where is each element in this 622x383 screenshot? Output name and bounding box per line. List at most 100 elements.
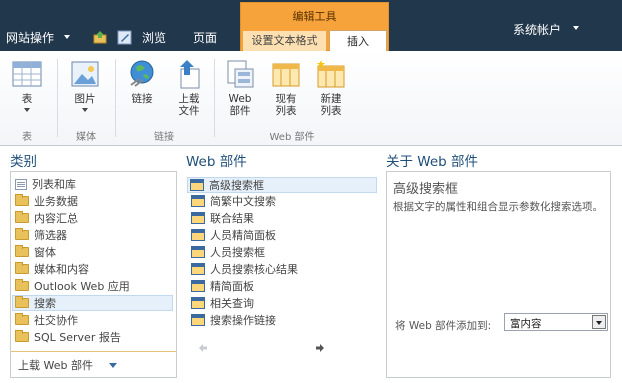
category-item-selected[interactable]: 搜索 [12, 295, 173, 311]
chevron-down-icon [596, 321, 602, 325]
web-parts-title: Web 部件 [186, 154, 247, 170]
web-part-icon [191, 263, 205, 275]
category-item[interactable]: 窗体 [13, 245, 56, 261]
upload-file-icon [174, 59, 204, 89]
existing-list-label-line2: 列表 [275, 105, 297, 117]
user-account-menu[interactable]: 系统帐户 [513, 21, 561, 38]
category-item[interactable]: Outlook Web 应用 [13, 279, 130, 295]
tab-format-text[interactable]: 设置文本格式 [243, 31, 326, 51]
group-label-links: 链接 [154, 132, 174, 143]
picture-icon [70, 59, 100, 89]
folder-icon [15, 245, 29, 257]
new-list-label-line2: 列表 [320, 105, 342, 117]
existing-list-button[interactable]: 现有 列表 [268, 59, 304, 117]
web-part-icon [191, 297, 205, 309]
web-part-icon [191, 195, 205, 207]
group-label-media: 媒体 [76, 132, 96, 143]
web-part-icon [191, 280, 205, 292]
table-dropdown-icon[interactable] [24, 108, 30, 112]
web-part-item[interactable]: 简繁中文搜索 [189, 194, 276, 210]
upload-dropdown-icon[interactable] [109, 363, 117, 368]
web-part-icon [191, 246, 205, 258]
category-item[interactable]: 社交协作 [13, 313, 78, 329]
group-label-tables: 表 [22, 132, 32, 143]
navigate-up-icon[interactable] [93, 31, 108, 44]
folder-icon [15, 228, 29, 240]
web-part-icon [191, 212, 205, 224]
edit-page-icon[interactable] [117, 30, 132, 45]
webpart-label-line1: Web [228, 93, 252, 105]
table-icon [12, 59, 42, 89]
folder-icon [15, 296, 29, 308]
upload-file-button[interactable]: 上载 文件 [171, 59, 207, 117]
new-list-icon [316, 59, 346, 89]
account-dropdown-icon[interactable] [573, 26, 579, 30]
site-actions-dropdown-icon[interactable] [64, 35, 70, 39]
table-label: 表 [21, 93, 33, 105]
previous-page-icon[interactable] [198, 343, 208, 353]
folder-icon [15, 194, 29, 206]
insert-link-button[interactable]: 链接 [124, 59, 160, 105]
category-item[interactable]: 业务数据 [13, 194, 78, 210]
insert-picture-button[interactable]: 图片 [67, 59, 103, 112]
add-to-zone-label: 将 Web 部件添加到: [395, 320, 492, 332]
browse-tab[interactable]: 浏览 [142, 29, 166, 46]
about-web-part-panel: 高级搜索框 根据文字的属性和组合显示参数化搜索选项。 将 Web 部件添加到: … [386, 171, 611, 378]
about-web-part-title: 关于 Web 部件 [386, 154, 479, 170]
page-tab[interactable]: 页面 [193, 29, 217, 46]
ribbon-separator [214, 59, 215, 137]
web-parts-panel: 高级搜索框 简繁中文搜索 联合结果 人员精简面板 人员搜索框 人员搜索核心结果 … [186, 171, 378, 378]
categories-title: 类别 [10, 154, 37, 170]
link-label: 链接 [131, 93, 153, 105]
web-part-icon [191, 229, 205, 241]
new-list-label-line1: 新建 [320, 93, 342, 105]
ribbon-separator [115, 59, 116, 137]
picture-dropdown-icon[interactable] [82, 108, 88, 112]
category-item[interactable]: 筛选器 [13, 228, 67, 244]
web-part-item[interactable]: 人员搜索框 [189, 245, 265, 261]
site-actions-menu[interactable]: 网站操作 [6, 29, 54, 46]
editing-tools-title: 编辑工具 [292, 10, 337, 23]
web-part-description: 根据文字的属性和组合显示参数化搜索选项。 [393, 201, 603, 213]
category-item[interactable]: SQL Server 报告 [13, 330, 121, 346]
existing-list-icon [271, 59, 301, 89]
insert-table-button[interactable]: 表 [9, 59, 45, 112]
ribbon-separator [57, 59, 58, 137]
existing-list-label-line1: 现有 [275, 93, 297, 105]
group-label-web-parts: Web 部件 [269, 132, 315, 143]
folder-icon [15, 279, 29, 291]
upload-web-part-link[interactable]: 上载 Web 部件 [18, 357, 93, 373]
web-part-item[interactable]: 联合结果 [189, 211, 254, 227]
upload-label-line2: 文件 [178, 105, 200, 117]
web-part-icon [225, 59, 255, 89]
categories-panel: 列表和库 业务数据 内容汇总 筛选器 窗体 媒体和内容 Outlook Web … [10, 171, 177, 378]
insert-web-part-button[interactable]: Web 部件 [222, 59, 258, 117]
upload-label-line1: 上载 [178, 93, 200, 105]
picture-label: 图片 [74, 93, 96, 105]
next-page-icon[interactable] [315, 343, 325, 353]
zone-select-value: 富内容 [510, 318, 542, 330]
ribbon: 表 图片 链接 上载 文件 Web 部件 现有 列表 新建 列表 表 媒体 链接… [0, 51, 622, 146]
category-item[interactable]: 媒体和内容 [13, 262, 89, 278]
divider [11, 351, 176, 352]
web-part-item-selected[interactable]: 高级搜索框 [187, 177, 377, 193]
web-part-item[interactable]: 精简面板 [189, 279, 254, 295]
category-item[interactable]: 列表和库 [13, 177, 76, 193]
web-part-item[interactable]: 人员精简面板 [189, 228, 276, 244]
category-item[interactable]: 内容汇总 [13, 211, 78, 227]
zone-dropdown-button[interactable] [592, 315, 606, 329]
new-list-button[interactable]: 新建 列表 [313, 59, 349, 117]
zone-select[interactable]: 富内容 [504, 313, 608, 331]
tab-insert[interactable]: 插入 [329, 30, 387, 52]
web-part-icon [191, 314, 205, 326]
selected-web-part-name: 高级搜索框 [393, 182, 459, 197]
web-part-item[interactable]: 搜索操作链接 [189, 313, 276, 329]
folder-icon [15, 330, 29, 342]
folder-icon [15, 211, 29, 223]
web-part-icon [190, 179, 204, 191]
web-part-item[interactable]: 人员搜索核心结果 [189, 262, 298, 278]
web-part-item[interactable]: 相关查询 [189, 296, 254, 312]
globe-link-icon [127, 59, 157, 89]
folder-icon [15, 313, 29, 325]
webpart-label-line2: 部件 [229, 105, 251, 117]
